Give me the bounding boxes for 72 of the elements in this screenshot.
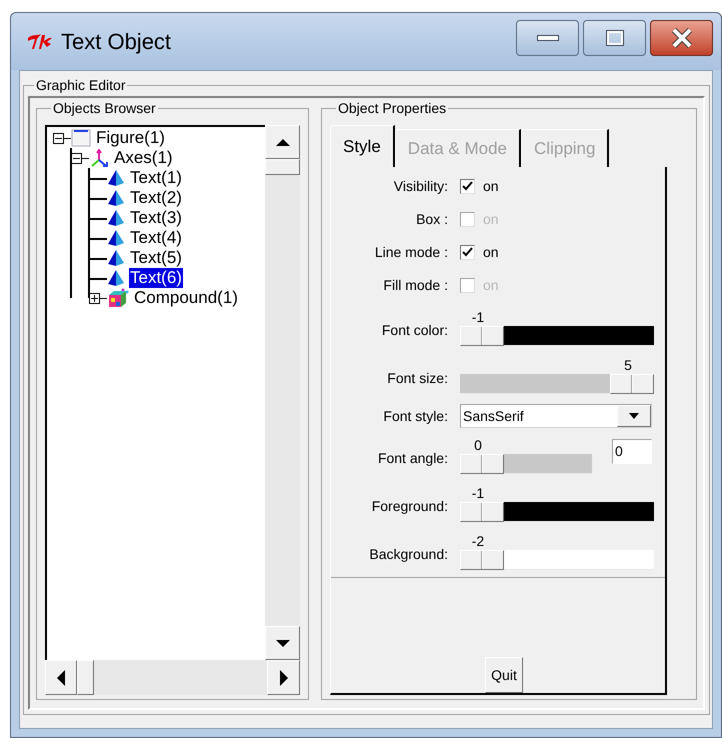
tree-item[interactable]: Text(1) [129,168,183,188]
property-label: Font angle: [376,449,448,468]
quit-button[interactable]: Quit [485,657,523,693]
slider-thumb[interactable] [460,502,504,522]
scroll-thumb[interactable] [265,159,300,175]
slider-thumb[interactable] [610,374,654,394]
minimize-icon [536,34,558,40]
maximize-button[interactable] [583,20,646,56]
tree-item[interactable]: Text(5) [129,248,183,268]
maximize-icon [606,30,624,46]
window-icon [71,129,91,147]
tree-item[interactable]: Axes(1) [113,148,174,168]
tree-item[interactable]: Figure(1) [95,128,166,148]
checkbox[interactable] [460,178,475,194]
arrow-up-icon [274,136,290,148]
tree-item[interactable]: Text(3) [129,208,183,228]
property-label: Line mode : [374,242,448,262]
minimize-button[interactable] [516,20,579,56]
checkbox-label: on [483,276,499,294]
checkbox-label: on [483,176,499,196]
property-label: Background: [368,545,448,564]
slider-value: 5 [624,356,632,374]
axes-icon [89,149,109,167]
expander-toggle[interactable] [71,152,82,164]
arrow-down-icon [274,638,290,648]
group-title: Objects Browser [52,99,157,118]
pyramid-icon [107,269,125,287]
group-title: Object Properties [337,99,448,118]
close-icon [670,28,692,48]
property-label: Font style: [382,406,448,426]
property-label: Foreground: [370,497,448,516]
property-label: Font size: [386,369,448,388]
scroll-thumb[interactable] [77,660,94,695]
tree-item[interactable]: Text(4) [129,228,183,248]
arrow-left-icon [55,670,67,686]
font-style-dropdown[interactable]: SansSerif [460,404,652,428]
tree-item[interactable]: Compound(1) [133,288,239,308]
expander-toggle[interactable] [53,132,64,144]
pyramid-icon [107,229,125,247]
property-label: Visibility: [392,176,448,196]
slider-thumb[interactable] [460,454,504,474]
slider-value: -1 [472,484,484,502]
logo-icon [27,32,53,52]
property-label: Fill mode : [382,276,448,294]
arrow-right-icon [278,670,290,686]
pyramid-icon [107,209,125,227]
slider-value: 0 [474,436,482,454]
property-label: Font color: [380,321,448,340]
vertical-scrollbar[interactable] [265,125,300,660]
cube-icon [107,288,129,308]
caret-down-icon [629,413,639,419]
checkbox[interactable] [460,244,475,260]
expander-toggle[interactable] [89,292,100,304]
group-title: Graphic Editor [35,76,126,95]
tree-item[interactable]: Text(2) [129,188,183,208]
check-icon [462,247,473,257]
checkbox-label: on [483,242,499,262]
pyramid-icon [107,249,125,267]
tree-item[interactable]: Text(6) [129,268,183,288]
tab[interactable]: Style [330,125,395,167]
property-label: Box : [415,210,448,228]
window-title: Text Object [61,28,172,56]
slider-value: -2 [472,532,484,550]
slider-value: -1 [472,308,484,326]
slider-thumb[interactable] [460,550,504,570]
checkbox-label: on [483,210,499,228]
slider-thumb[interactable] [460,326,504,346]
check-icon [462,181,473,191]
close-button[interactable] [650,20,713,56]
pyramid-icon [107,189,125,207]
horizontal-scrollbar[interactable] [45,660,300,695]
pyramid-icon [107,169,125,187]
